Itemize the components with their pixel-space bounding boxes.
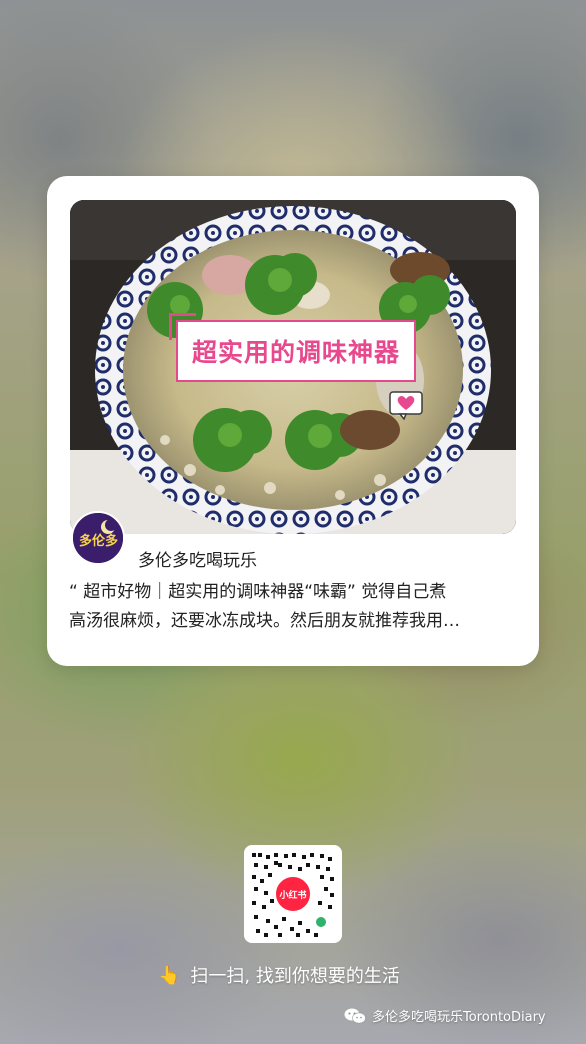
wechat-icon: [344, 1008, 366, 1023]
avatar-logo-icon: 多伦多: [73, 513, 123, 563]
scan-hint-text: 扫一扫, 找到你想要的生活: [190, 966, 400, 987]
note-description: “ 超市好物｜超实用的调味神器“味霸” 觉得自己煮 高汤很麻烦，还要冰冻成块。然…: [69, 578, 521, 636]
cover-title: 超实用的调味神器: [191, 338, 400, 367]
description-line-1: “ 超市好物｜超实用的调味神器“味霸” 觉得自己煮: [69, 582, 447, 602]
account-footer: 多伦多吃喝玩乐TorontoDiary: [344, 1006, 546, 1025]
cover-title-box: 超实用的调味神器: [169, 313, 416, 382]
note-card[interactable]: 超实用的调味神器 多伦多 多伦多吃喝玩乐 “ 超市好物｜超实用的调味神器“味霸”…: [47, 176, 539, 666]
account-name: 多伦多吃喝玩乐TorontoDiary: [372, 1010, 546, 1025]
scan-hint: 👆 扫一扫, 找到你想要的生活: [158, 962, 400, 988]
description-line-2: 高汤很麻烦，还要冰冻成块。然后朋友就推荐我用…: [69, 611, 460, 631]
heart-bubble-icon: [389, 391, 423, 420]
avatar-text: 多伦多: [79, 533, 118, 549]
xiaohongshu-logo: 小红书: [274, 875, 312, 913]
author-avatar[interactable]: 多伦多: [71, 511, 125, 565]
qr-code[interactable]: 小红书: [244, 845, 342, 943]
author-name[interactable]: 多伦多吃喝玩乐: [138, 546, 257, 571]
note-cover-image[interactable]: 超实用的调味神器: [70, 200, 516, 534]
pointing-hand-icon: 👆: [158, 964, 181, 986]
mini-program-badge-icon: [314, 915, 328, 929]
